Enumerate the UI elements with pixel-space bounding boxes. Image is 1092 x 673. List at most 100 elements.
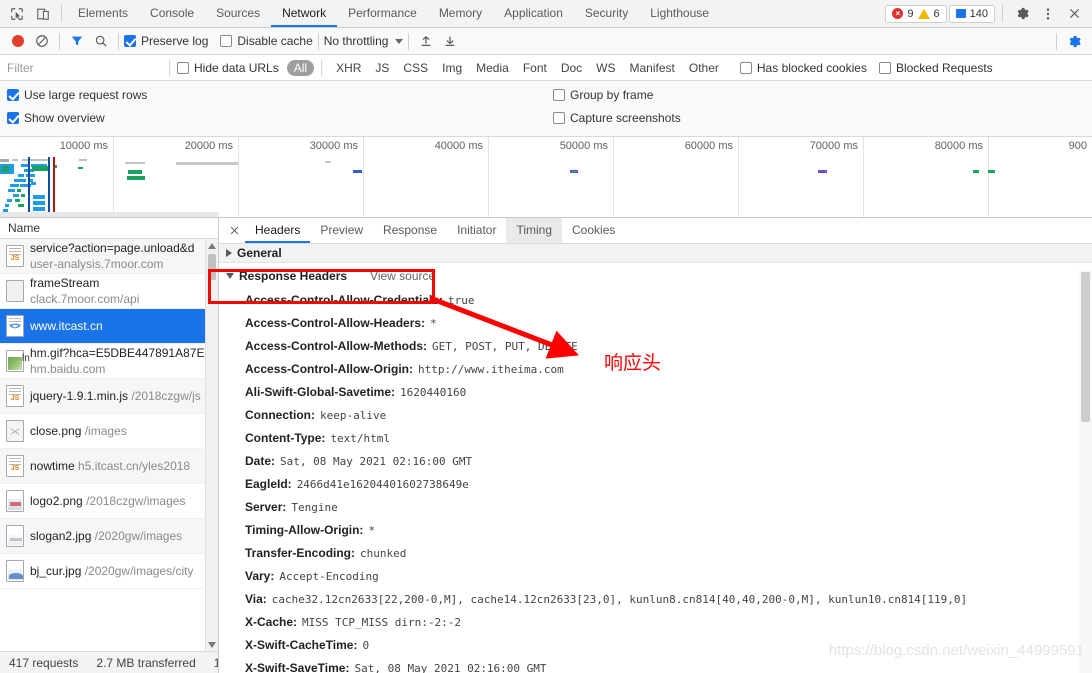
device-toolbar-icon[interactable]: [30, 1, 56, 27]
use-large-request-rows-checkbox[interactable]: Use large request rows: [7, 88, 147, 102]
detail-scrollbar[interactable]: [1079, 270, 1092, 673]
preserve-log-checkbox[interactable]: Preserve log: [124, 34, 208, 48]
overview-scroll-indicator[interactable]: [0, 212, 219, 217]
capture-screenshots-checkbox[interactable]: Capture screenshots: [553, 111, 681, 125]
export-har-icon[interactable]: [438, 29, 462, 53]
net-divider-4: [408, 32, 410, 50]
load-event-marker: [53, 157, 55, 217]
scroll-up-arrow-icon[interactable]: [206, 239, 218, 252]
network-settings-gear-icon[interactable]: [1062, 29, 1086, 53]
net-divider-2: [118, 32, 119, 50]
scroll-down-arrow-icon[interactable]: [206, 638, 218, 651]
header-key: X-Swift-SaveTime:: [245, 661, 350, 673]
tab-performance[interactable]: Performance: [337, 0, 428, 27]
filter-type-js[interactable]: JS: [368, 60, 396, 76]
filter-type-img[interactable]: Img: [435, 60, 469, 76]
issues-counter[interactable]: × 9 6: [885, 4, 947, 23]
header-value: chunked: [360, 547, 407, 560]
scrollbar-thumb[interactable]: [208, 254, 216, 280]
filter-icon[interactable]: [65, 29, 89, 53]
headers-content: General Response Headers View source Acc…: [219, 244, 1092, 673]
table-row[interactable]: close.png /images: [0, 414, 218, 449]
show-overview-box: [7, 112, 19, 124]
header-key: Content-Type:: [245, 431, 326, 445]
inspect-element-icon[interactable]: [4, 1, 30, 27]
settings-gear-icon[interactable]: [1010, 2, 1034, 26]
image-inline-badge: ln: [22, 353, 30, 364]
table-row[interactable]: bj_cur.jpg /2020gw/images/city: [0, 554, 218, 589]
tab-timing[interactable]: Timing: [506, 218, 563, 243]
tab-elements[interactable]: Elements: [67, 0, 139, 27]
close-devtools-icon[interactable]: [1062, 2, 1086, 26]
detail-scrollbar-thumb[interactable]: [1081, 272, 1090, 422]
filter-type-ws[interactable]: WS: [589, 60, 622, 76]
filter-input[interactable]: [0, 55, 162, 80]
clear-button[interactable]: [30, 29, 54, 53]
table-row-selected[interactable]: <> www.itcast.cn: [0, 309, 218, 344]
tab-console[interactable]: Console: [139, 0, 205, 27]
throttling-select[interactable]: No throttling: [324, 34, 404, 48]
requests-column-header[interactable]: Name: [0, 218, 218, 239]
tab-headers[interactable]: Headers: [245, 218, 311, 243]
table-row[interactable]: logo2.png /2018czgw/images: [0, 484, 218, 519]
tab-application[interactable]: Application: [493, 0, 574, 27]
general-section-header[interactable]: General: [219, 244, 1092, 263]
table-row[interactable]: JS nowtime h5.itcast.cn/yles2018: [0, 449, 218, 484]
request-domain: user-analysis.7moor.com: [30, 257, 164, 271]
tab-response[interactable]: Response: [373, 218, 447, 243]
header-value: 2466d41e16204401602738649e: [296, 478, 469, 491]
close-detail-icon[interactable]: [223, 225, 245, 236]
request-domain: h5.itcast.cn/yles2018: [78, 459, 191, 473]
show-overview-checkbox[interactable]: Show overview: [7, 111, 147, 125]
header-value: text/html: [330, 432, 391, 445]
tab-cookies[interactable]: Cookies: [562, 218, 625, 243]
header-row: X-Cache: MISS TCP_MISS dirn:-2:-2: [219, 611, 1092, 634]
message-icon: [955, 9, 966, 18]
more-options-icon[interactable]: [1036, 2, 1060, 26]
table-row[interactable]: ln hm.gif?hca=E5DBE447891A87E hm.baidu.c…: [0, 344, 218, 379]
tab-network[interactable]: Network: [271, 0, 338, 27]
tab-sources[interactable]: Sources: [205, 0, 271, 27]
table-row[interactable]: slogan2.jpg /2020gw/images: [0, 519, 218, 554]
blocked-requests-checkbox[interactable]: Blocked Requests: [878, 61, 993, 75]
filter-type-other[interactable]: Other: [682, 60, 726, 76]
record-button[interactable]: [6, 29, 30, 53]
network-overview-timeline[interactable]: 10000 ms 20000 ms 30000 ms 40000 ms 5000…: [0, 137, 1092, 218]
filter-type-doc[interactable]: Doc: [554, 60, 589, 76]
has-blocked-cookies-checkbox[interactable]: Has blocked cookies: [739, 61, 867, 75]
requests-list[interactable]: JS service?action=page.unload&d user-ana…: [0, 239, 218, 651]
dom-content-loaded-marker: [28, 157, 30, 217]
tab-lighthouse[interactable]: Lighthouse: [639, 0, 720, 27]
table-row[interactable]: JS service?action=page.unload&d user-ana…: [0, 239, 218, 274]
filter-type-css[interactable]: CSS: [396, 60, 435, 76]
toolbar-divider-2: [1002, 5, 1003, 22]
import-har-icon[interactable]: [414, 29, 438, 53]
filter-type-manifest[interactable]: Manifest: [623, 60, 682, 76]
filter-type-all[interactable]: All: [286, 59, 315, 76]
hide-data-urls-checkbox[interactable]: Hide data URLs: [177, 61, 279, 75]
view-source-link[interactable]: View source: [370, 269, 435, 283]
header-value: http://www.itheima.com: [418, 363, 564, 376]
header-key: Timing-Allow-Origin:: [245, 523, 364, 537]
header-key: Via:: [245, 592, 267, 606]
disable-cache-checkbox[interactable]: Disable cache: [220, 34, 313, 48]
tab-security[interactable]: Security: [574, 0, 639, 27]
overview-tick-6: 60000 ms: [684, 140, 733, 152]
table-row[interactable]: frameStream clack.7moor.com/api: [0, 274, 218, 309]
response-headers-section-header[interactable]: Response Headers View source: [219, 263, 1092, 289]
messages-counter[interactable]: 140: [948, 4, 995, 23]
search-icon[interactable]: [89, 29, 113, 53]
filter-type-font[interactable]: Font: [516, 60, 554, 76]
filter-type-media[interactable]: Media: [469, 60, 516, 76]
devtools-top-toolbar: Elements Console Sources Network Perform…: [0, 0, 1092, 28]
requests-scrollbar[interactable]: [205, 239, 218, 651]
tab-initiator[interactable]: Initiator: [447, 218, 506, 243]
tab-memory[interactable]: Memory: [428, 0, 493, 27]
has-blocked-cookies-box: [739, 61, 752, 74]
header-row: Access-Control-Allow-Methods: GET, POST, …: [219, 335, 1092, 358]
tab-preview[interactable]: Preview: [310, 218, 373, 243]
request-name: service?action=page.unload&d: [30, 241, 195, 255]
group-by-frame-checkbox[interactable]: Group by frame: [553, 88, 681, 102]
filter-type-xhr[interactable]: XHR: [329, 60, 368, 76]
table-row[interactable]: JS jquery-1.9.1.min.js /2018czgw/js: [0, 379, 218, 414]
